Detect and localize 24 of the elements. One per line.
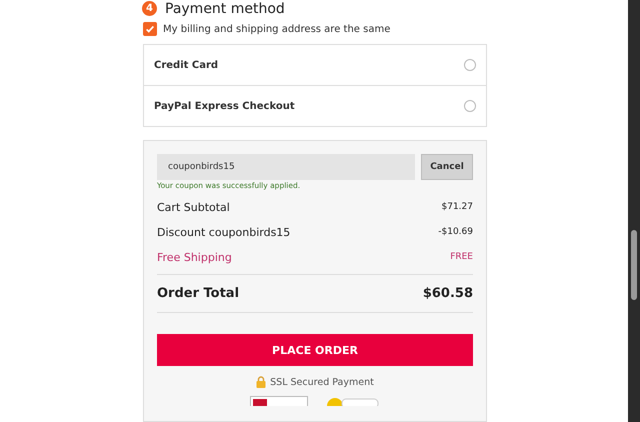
section-title: Payment method — [165, 0, 285, 16]
payment-option[interactable]: PayPal Express Checkout — [144, 85, 486, 126]
total-value: -$10.69 — [438, 227, 473, 237]
secure-note: SSL Secured Payment — [270, 376, 374, 388]
checkbox[interactable] — [143, 22, 157, 36]
lock-icon — [256, 376, 266, 388]
total-value: FREE — [450, 252, 473, 262]
scrollbar[interactable] — [628, 0, 640, 422]
place-order-button[interactable]: PLACE ORDER — [157, 334, 473, 366]
order-total-value: $60.58 — [422, 286, 473, 301]
total-label: Free Shipping — [157, 250, 232, 264]
radio-button[interactable] — [464, 100, 476, 112]
radio-button[interactable] — [464, 59, 476, 71]
checkmark-icon — [145, 24, 155, 34]
payment-option[interactable]: Credit Card — [144, 45, 486, 85]
cancel-button[interactable]: Cancel — [421, 154, 473, 180]
total-label: Discount couponbirds15 — [157, 226, 290, 238]
order-total-label: Order Total — [157, 286, 240, 301]
checkbox-label: My billing and shipping address are the same — [163, 24, 390, 34]
total-label: Cart Subtotal — [157, 200, 230, 214]
step-badge: 4 — [142, 1, 157, 16]
scrollbar-thumb[interactable] — [631, 230, 637, 300]
total-value: $71.27 — [442, 202, 473, 212]
coupon-field[interactable]: couponbirds15 — [157, 154, 415, 180]
